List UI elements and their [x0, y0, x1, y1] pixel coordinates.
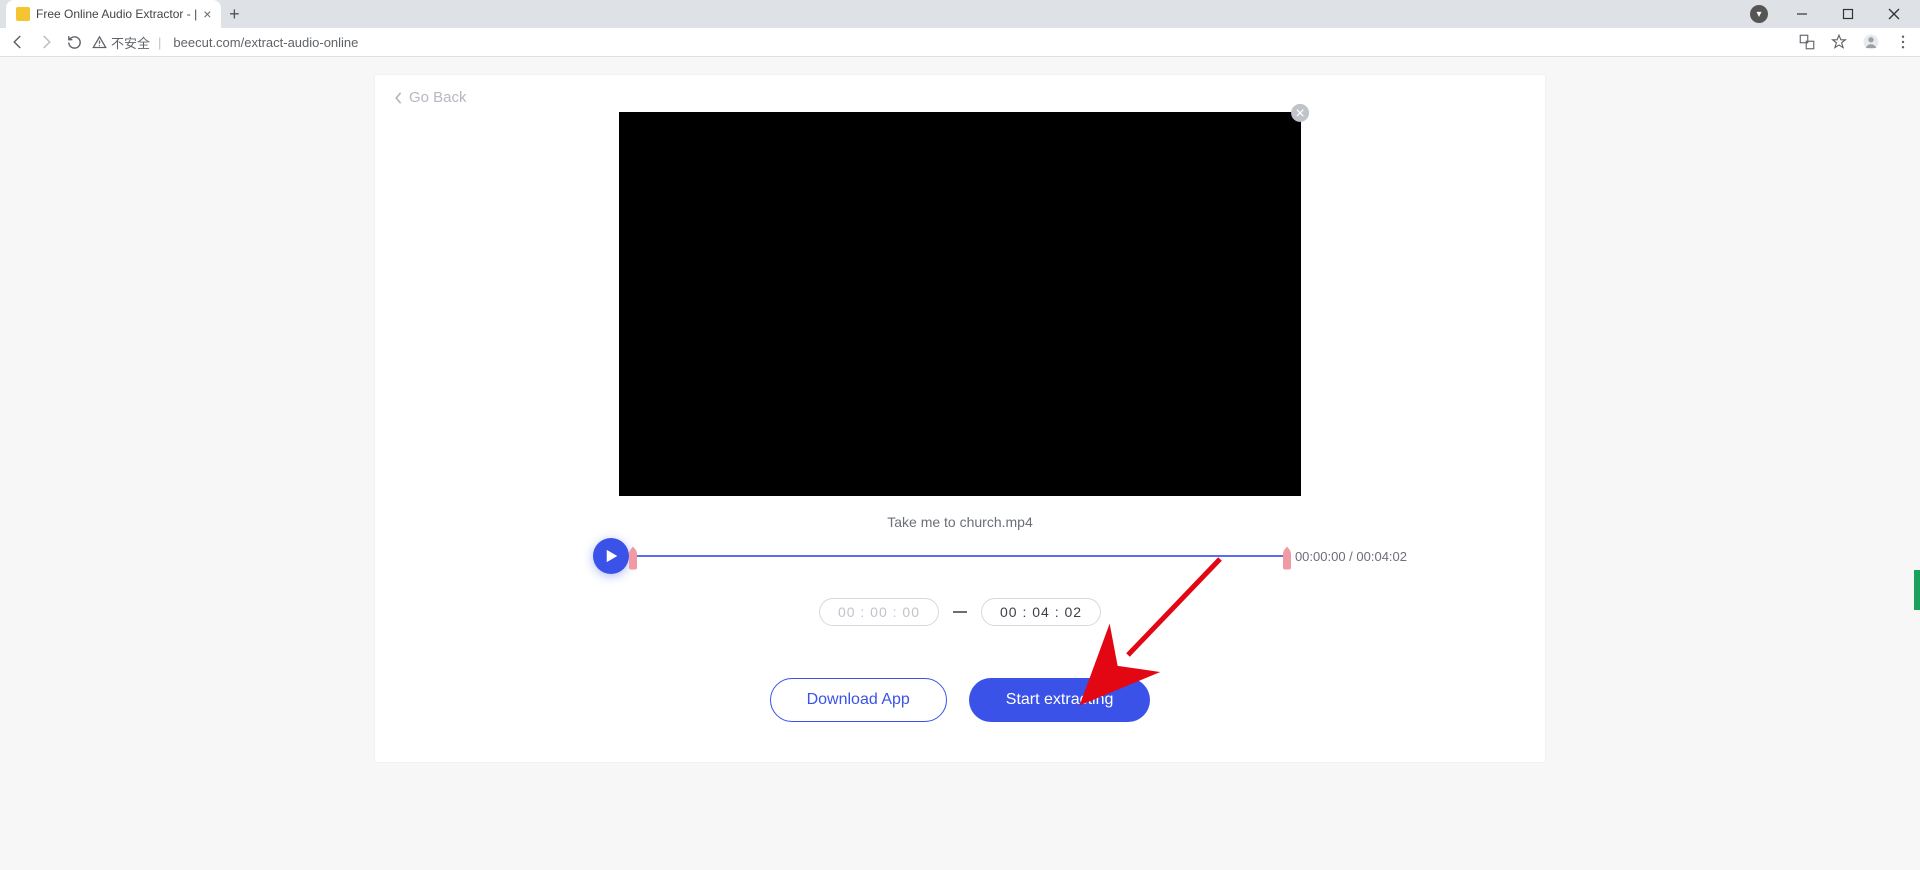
- close-icon: [1296, 109, 1304, 117]
- extension-icon[interactable]: ▾: [1750, 5, 1768, 23]
- trim-end-handle[interactable]: [1283, 552, 1291, 570]
- nav-back-button[interactable]: [8, 32, 28, 52]
- timeline-row: 00:00:00 / 00:04:02: [393, 538, 1527, 574]
- scroll-indicator: [1914, 570, 1920, 610]
- nav-forward-button[interactable]: [36, 32, 56, 52]
- time-range-inputs: 00 : 00 : 00 00 : 04 : 02: [393, 598, 1527, 626]
- filename-label: Take me to church.mp4: [393, 514, 1527, 530]
- address-bar-right: [1798, 33, 1912, 51]
- security-indicator[interactable]: 不安全 |: [92, 33, 165, 52]
- browser-chrome: Free Online Audio Extractor - | × + ▾ 不安…: [0, 0, 1920, 57]
- nav-reload-button[interactable]: [64, 32, 84, 52]
- tab-strip: Free Online Audio Extractor - | × + ▾: [0, 0, 1920, 28]
- new-tab-button[interactable]: +: [221, 1, 247, 27]
- star-icon[interactable]: [1830, 33, 1848, 51]
- play-icon: [605, 549, 619, 563]
- video-preview[interactable]: [619, 112, 1301, 496]
- window-controls: ▾: [1750, 1, 1920, 27]
- download-app-button[interactable]: Download App: [770, 678, 947, 722]
- translate-icon[interactable]: [1798, 33, 1816, 51]
- range-dash: [953, 611, 967, 613]
- tab-favicon: [16, 7, 30, 21]
- end-time-input[interactable]: 00 : 04 : 02: [981, 598, 1101, 626]
- extractor-card: Go Back Take me to church.mp4 00:00:00 /…: [375, 75, 1545, 762]
- time-counter: 00:00:00 / 00:04:02: [1295, 549, 1407, 564]
- start-time-input[interactable]: 00 : 00 : 00: [819, 598, 939, 626]
- video-preview-wrap: [619, 112, 1301, 496]
- page-content: Go Back Take me to church.mp4 00:00:00 /…: [0, 57, 1920, 762]
- profile-icon[interactable]: [1862, 33, 1880, 51]
- window-close-button[interactable]: [1872, 1, 1916, 27]
- tab-title: Free Online Audio Extractor - |: [36, 7, 197, 21]
- security-label: 不安全: [111, 33, 150, 52]
- chevron-left-icon: [393, 91, 403, 105]
- url-display[interactable]: beecut.com/extract-audio-online: [173, 35, 358, 50]
- address-bar: 不安全 | beecut.com/extract-audio-online: [0, 28, 1920, 57]
- browser-tab[interactable]: Free Online Audio Extractor - | ×: [6, 0, 221, 28]
- minimize-button[interactable]: [1780, 1, 1824, 27]
- go-back-button[interactable]: Go Back: [393, 89, 1527, 106]
- timeline-track[interactable]: [633, 555, 1287, 557]
- go-back-label: Go Back: [409, 89, 467, 106]
- trim-start-handle[interactable]: [629, 552, 637, 570]
- start-extracting-button[interactable]: Start extracting: [969, 678, 1151, 722]
- maximize-button[interactable]: [1826, 1, 1870, 27]
- warning-icon: [92, 35, 107, 50]
- kebab-menu-icon[interactable]: [1894, 33, 1912, 51]
- action-buttons: Download App Start extracting: [393, 678, 1527, 722]
- tab-close-icon[interactable]: ×: [203, 6, 211, 22]
- close-video-button[interactable]: [1291, 104, 1309, 122]
- play-button[interactable]: [593, 538, 629, 574]
